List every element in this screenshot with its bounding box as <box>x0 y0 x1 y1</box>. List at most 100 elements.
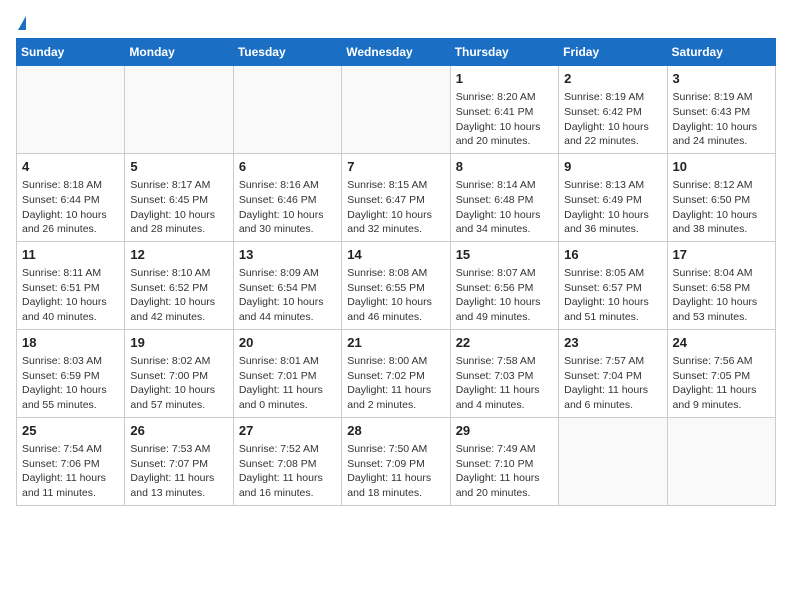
day-info: Sunrise: 8:20 AM Sunset: 6:41 PM Dayligh… <box>456 90 553 149</box>
day-info: Sunrise: 7:53 AM Sunset: 7:07 PM Dayligh… <box>130 442 227 501</box>
week-row-1: 1Sunrise: 8:20 AM Sunset: 6:41 PM Daylig… <box>17 66 776 154</box>
day-number: 4 <box>22 158 119 176</box>
calendar-cell-w4d4: 21 Sunrise: 8:00 AM Sunset: 7:02 PM Dayli… <box>342 329 450 417</box>
day-number: 12 <box>130 246 227 264</box>
day-number: 3 <box>673 70 770 88</box>
calendar-cell-w5d4: 28Sunrise: 7:50 AM Sunset: 7:09 PM Dayli… <box>342 417 450 505</box>
day-number: 6 <box>239 158 336 176</box>
day-info: Sunrise: 7:58 AM Sunset: 7:03 PM Dayligh… <box>456 354 553 413</box>
day-info: Sunrise: 8:18 AM Sunset: 6:44 PM Dayligh… <box>22 178 119 237</box>
day-number: 18 <box>22 334 119 352</box>
day-number: 8 <box>456 158 553 176</box>
day-number: 2 <box>564 70 661 88</box>
day-info: Sunrise: 8:17 AM Sunset: 6:45 PM Dayligh… <box>130 178 227 237</box>
calendar-cell-w5d6 <box>559 417 667 505</box>
day-number: 15 <box>456 246 553 264</box>
header <box>16 16 776 30</box>
day-number: 9 <box>564 158 661 176</box>
calendar-cell-w3d7: 17 Sunrise: 8:04 AM Sunset: 6:58 PM Dayli… <box>667 241 775 329</box>
day-number: 10 <box>673 158 770 176</box>
day-number: 22 <box>456 334 553 352</box>
calendar-cell-w2d7: 10 Sunrise: 8:12 AM Sunset: 6:50 PM Dayli… <box>667 153 775 241</box>
calendar-cell-w3d3: 13 Sunrise: 8:09 AM Sunset: 6:54 PM Dayli… <box>233 241 341 329</box>
day-info: Sunrise: 8:00 AM Sunset: 7:02 PM Dayligh… <box>347 354 444 413</box>
calendar-cell-w3d1: 11 Sunrise: 8:11 AM Sunset: 6:51 PM Dayli… <box>17 241 125 329</box>
day-info: Sunrise: 7:50 AM Sunset: 7:09 PM Dayligh… <box>347 442 444 501</box>
day-number: 17 <box>673 246 770 264</box>
weekday-header-sunday: Sunday <box>17 39 125 66</box>
calendar-cell-w1d4 <box>342 66 450 154</box>
day-info: Sunrise: 8:13 AM Sunset: 6:49 PM Dayligh… <box>564 178 661 237</box>
day-info: Sunrise: 8:05 AM Sunset: 6:57 PM Dayligh… <box>564 266 661 325</box>
day-info: Sunrise: 8:04 AM Sunset: 6:58 PM Dayligh… <box>673 266 770 325</box>
calendar-cell-w1d2 <box>125 66 233 154</box>
day-info: Sunrise: 8:11 AM Sunset: 6:51 PM Dayligh… <box>22 266 119 325</box>
calendar-cell-w2d5: 8 Sunrise: 8:14 AM Sunset: 6:48 PM Daylig… <box>450 153 558 241</box>
weekday-header-friday: Friday <box>559 39 667 66</box>
calendar-cell-w3d4: 14Sunrise: 8:08 AM Sunset: 6:55 PM Dayli… <box>342 241 450 329</box>
calendar-cell-w5d2: 26 Sunrise: 7:53 AM Sunset: 7:07 PM Dayli… <box>125 417 233 505</box>
calendar-table: SundayMondayTuesdayWednesdayThursdayFrid… <box>16 38 776 506</box>
day-info: Sunrise: 7:57 AM Sunset: 7:04 PM Dayligh… <box>564 354 661 413</box>
logo-arrow-icon <box>18 16 26 30</box>
day-number: 25 <box>22 422 119 440</box>
day-info: Sunrise: 8:19 AM Sunset: 6:42 PM Dayligh… <box>564 90 661 149</box>
calendar-cell-w5d3: 27Sunrise: 7:52 AM Sunset: 7:08 PM Dayli… <box>233 417 341 505</box>
week-row-4: 18 Sunrise: 8:03 AM Sunset: 6:59 PM Dayli… <box>17 329 776 417</box>
weekday-header-wednesday: Wednesday <box>342 39 450 66</box>
calendar-cell-w4d6: 23 Sunrise: 7:57 AM Sunset: 7:04 PM Dayli… <box>559 329 667 417</box>
day-number: 13 <box>239 246 336 264</box>
day-info: Sunrise: 8:03 AM Sunset: 6:59 PM Dayligh… <box>22 354 119 413</box>
calendar-cell-w5d1: 25 Sunrise: 7:54 AM Sunset: 7:06 PM Dayli… <box>17 417 125 505</box>
day-info: Sunrise: 8:19 AM Sunset: 6:43 PM Dayligh… <box>673 90 770 149</box>
calendar-cell-w3d5: 15 Sunrise: 8:07 AM Sunset: 6:56 PM Dayli… <box>450 241 558 329</box>
day-info: Sunrise: 8:07 AM Sunset: 6:56 PM Dayligh… <box>456 266 553 325</box>
week-row-2: 4 Sunrise: 8:18 AM Sunset: 6:44 PM Daylig… <box>17 153 776 241</box>
calendar-cell-w1d7: 3 Sunrise: 8:19 AM Sunset: 6:43 PM Daylig… <box>667 66 775 154</box>
calendar-cell-w2d3: 6 Sunrise: 8:16 AM Sunset: 6:46 PM Daylig… <box>233 153 341 241</box>
day-number: 20 <box>239 334 336 352</box>
day-info: Sunrise: 7:54 AM Sunset: 7:06 PM Dayligh… <box>22 442 119 501</box>
day-number: 21 <box>347 334 444 352</box>
calendar-cell-w4d1: 18 Sunrise: 8:03 AM Sunset: 6:59 PM Dayli… <box>17 329 125 417</box>
day-number: 23 <box>564 334 661 352</box>
calendar-cell-w5d7 <box>667 417 775 505</box>
day-number: 11 <box>22 246 119 264</box>
calendar-cell-w4d7: 24 Sunrise: 7:56 AM Sunset: 7:05 PM Dayli… <box>667 329 775 417</box>
calendar-cell-w2d2: 5 Sunrise: 8:17 AM Sunset: 6:45 PM Daylig… <box>125 153 233 241</box>
day-info: Sunrise: 8:02 AM Sunset: 7:00 PM Dayligh… <box>130 354 227 413</box>
day-info: Sunrise: 8:08 AM Sunset: 6:55 PM Dayligh… <box>347 266 444 325</box>
day-number: 19 <box>130 334 227 352</box>
calendar-cell-w1d6: 2 Sunrise: 8:19 AM Sunset: 6:42 PM Daylig… <box>559 66 667 154</box>
day-info: Sunrise: 7:52 AM Sunset: 7:08 PM Dayligh… <box>239 442 336 501</box>
day-info: Sunrise: 8:01 AM Sunset: 7:01 PM Dayligh… <box>239 354 336 413</box>
day-info: Sunrise: 7:56 AM Sunset: 7:05 PM Dayligh… <box>673 354 770 413</box>
day-number: 7 <box>347 158 444 176</box>
weekday-header-monday: Monday <box>125 39 233 66</box>
calendar-cell-w2d4: 7 Sunrise: 8:15 AM Sunset: 6:47 PM Daylig… <box>342 153 450 241</box>
day-number: 29 <box>456 422 553 440</box>
weekday-header-saturday: Saturday <box>667 39 775 66</box>
calendar-cell-w1d3 <box>233 66 341 154</box>
calendar-cell-w3d2: 12 Sunrise: 8:10 AM Sunset: 6:52 PM Dayli… <box>125 241 233 329</box>
day-info: Sunrise: 8:16 AM Sunset: 6:46 PM Dayligh… <box>239 178 336 237</box>
day-number: 24 <box>673 334 770 352</box>
day-info: Sunrise: 8:10 AM Sunset: 6:52 PM Dayligh… <box>130 266 227 325</box>
day-info: Sunrise: 8:12 AM Sunset: 6:50 PM Dayligh… <box>673 178 770 237</box>
week-row-3: 11 Sunrise: 8:11 AM Sunset: 6:51 PM Dayli… <box>17 241 776 329</box>
logo <box>16 16 26 30</box>
day-number: 26 <box>130 422 227 440</box>
calendar-cell-w1d1 <box>17 66 125 154</box>
day-number: 5 <box>130 158 227 176</box>
calendar-cell-w2d1: 4 Sunrise: 8:18 AM Sunset: 6:44 PM Daylig… <box>17 153 125 241</box>
weekday-header-thursday: Thursday <box>450 39 558 66</box>
weekday-header-tuesday: Tuesday <box>233 39 341 66</box>
calendar-cell-w1d5: 1Sunrise: 8:20 AM Sunset: 6:41 PM Daylig… <box>450 66 558 154</box>
day-info: Sunrise: 8:09 AM Sunset: 6:54 PM Dayligh… <box>239 266 336 325</box>
day-info: Sunrise: 8:14 AM Sunset: 6:48 PM Dayligh… <box>456 178 553 237</box>
week-row-5: 25 Sunrise: 7:54 AM Sunset: 7:06 PM Dayli… <box>17 417 776 505</box>
calendar-cell-w5d5: 29Sunrise: 7:49 AM Sunset: 7:10 PM Dayli… <box>450 417 558 505</box>
day-info: Sunrise: 8:15 AM Sunset: 6:47 PM Dayligh… <box>347 178 444 237</box>
calendar-cell-w4d3: 20 Sunrise: 8:01 AM Sunset: 7:01 PM Dayli… <box>233 329 341 417</box>
calendar-cell-w3d6: 16Sunrise: 8:05 AM Sunset: 6:57 PM Dayli… <box>559 241 667 329</box>
